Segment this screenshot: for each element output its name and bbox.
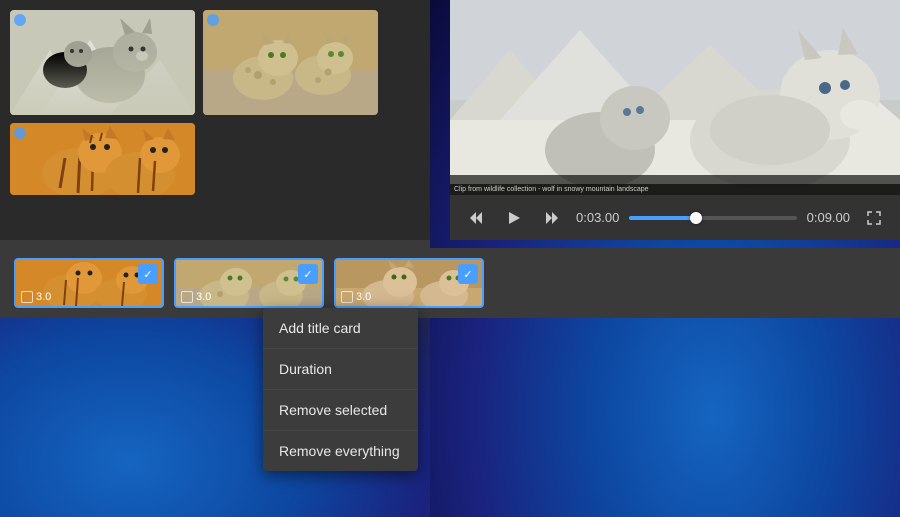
clip-check-snow-cats: ✓ [298,264,318,284]
thumb-snow-leopard[interactable] [203,10,378,115]
thumb-tiger-cubs[interactable] [10,123,195,195]
duration-icon [341,291,353,303]
thumb-indicator [14,127,26,139]
progress-thumb [690,212,702,224]
thumb-wolf-snow[interactable] [10,10,195,115]
thumb-indicator [14,14,26,26]
media-grid [10,10,420,195]
preview-caption: Clip from wildlife collection - wolf in … [450,184,900,195]
video-preview: Clip from wildlife collection - wolf in … [450,0,900,195]
panel-separator [0,240,430,248]
context-menu: Add title card Duration Remove selected … [263,308,418,471]
play-button[interactable] [500,204,528,232]
preview-video [450,0,900,195]
menu-item-duration[interactable]: Duration [263,349,418,390]
current-time: 0:03.00 [576,210,619,225]
progress-fill [629,216,696,220]
progress-bar[interactable] [629,216,796,220]
fullscreen-button[interactable] [860,204,888,232]
wolf-svg [10,10,195,115]
timeline-clip-tigers[interactable]: ✓ 3.0 [14,258,164,308]
menu-item-remove-selected[interactable]: Remove selected [263,390,418,431]
clip-duration-baby-cats: 3.0 [341,291,371,303]
clip-check-tigers: ✓ [138,264,158,284]
duration-icon [181,291,193,303]
tiger-svg [10,123,195,195]
rewind-button[interactable] [462,204,490,232]
clip-duration-tigers: 3.0 [21,291,51,303]
thumb-indicator [207,14,219,26]
video-controls-bar: 0:03.00 0:09.00 [450,195,900,240]
duration-icon [21,291,33,303]
clip-check-baby-cats: ✓ [458,264,478,284]
skip-button[interactable] [538,204,566,232]
leopard-svg [203,10,378,115]
timeline-clip-baby-cats[interactable]: ✓ 3.0 [334,258,484,308]
video-preview-panel: Clip from wildlife collection - wolf in … [450,0,900,240]
media-library-panel [0,0,430,240]
menu-item-remove-everything[interactable]: Remove everything [263,431,418,471]
total-time: 0:09.00 [807,210,850,225]
clip-duration-snow-cats: 3.0 [181,291,211,303]
menu-item-add-title-card[interactable]: Add title card [263,308,418,349]
timeline-clip-snow-cats[interactable]: ✓ 3.0 [174,258,324,308]
timeline-area: ✓ 3.0 ✓ 3.0 [0,248,900,318]
